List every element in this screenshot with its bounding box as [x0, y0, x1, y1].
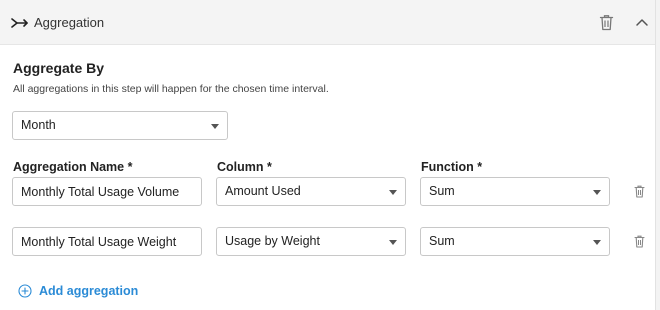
aggregation-name-input[interactable] [12, 227, 202, 256]
trash-icon[interactable] [599, 14, 614, 31]
function-select[interactable]: Sum [420, 227, 610, 256]
aggregation-name-input[interactable] [12, 177, 202, 206]
time-interval-select[interactable]: Month [12, 111, 228, 140]
column-label: Column * [217, 160, 272, 174]
chevron-down-icon [593, 240, 601, 245]
trash-icon[interactable] [634, 185, 645, 198]
add-aggregation-label: Add aggregation [39, 284, 139, 298]
function-select-value: Sum [429, 234, 455, 248]
aggregation-name-label: Aggregation Name * [13, 160, 133, 174]
step-title: Aggregation [34, 15, 105, 30]
chevron-down-icon [593, 190, 601, 195]
plus-circle-icon [18, 284, 32, 298]
aggregate-by-title: Aggregate By [13, 60, 105, 76]
column-select[interactable]: Usage by Weight [216, 227, 406, 256]
column-select-value: Usage by Weight [225, 234, 320, 248]
step-header[interactable]: Aggregation [0, 0, 655, 45]
function-label: Function * [421, 160, 483, 174]
trash-icon[interactable] [634, 235, 645, 248]
function-select[interactable]: Sum [420, 177, 610, 206]
column-select[interactable]: Amount Used [216, 177, 406, 206]
aggregation-step-panel: Aggregation Aggregate By All aggregation… [0, 0, 656, 310]
merge-arrow-icon [11, 18, 28, 28]
time-interval-value: Month [21, 118, 56, 132]
chevron-down-icon [389, 190, 397, 195]
chevron-down-icon [211, 124, 219, 129]
column-select-value: Amount Used [225, 184, 301, 198]
aggregate-by-description: All aggregations in this step will happe… [13, 83, 329, 95]
function-select-value: Sum [429, 184, 455, 198]
chevron-up-icon[interactable] [635, 17, 649, 27]
chevron-down-icon [389, 240, 397, 245]
